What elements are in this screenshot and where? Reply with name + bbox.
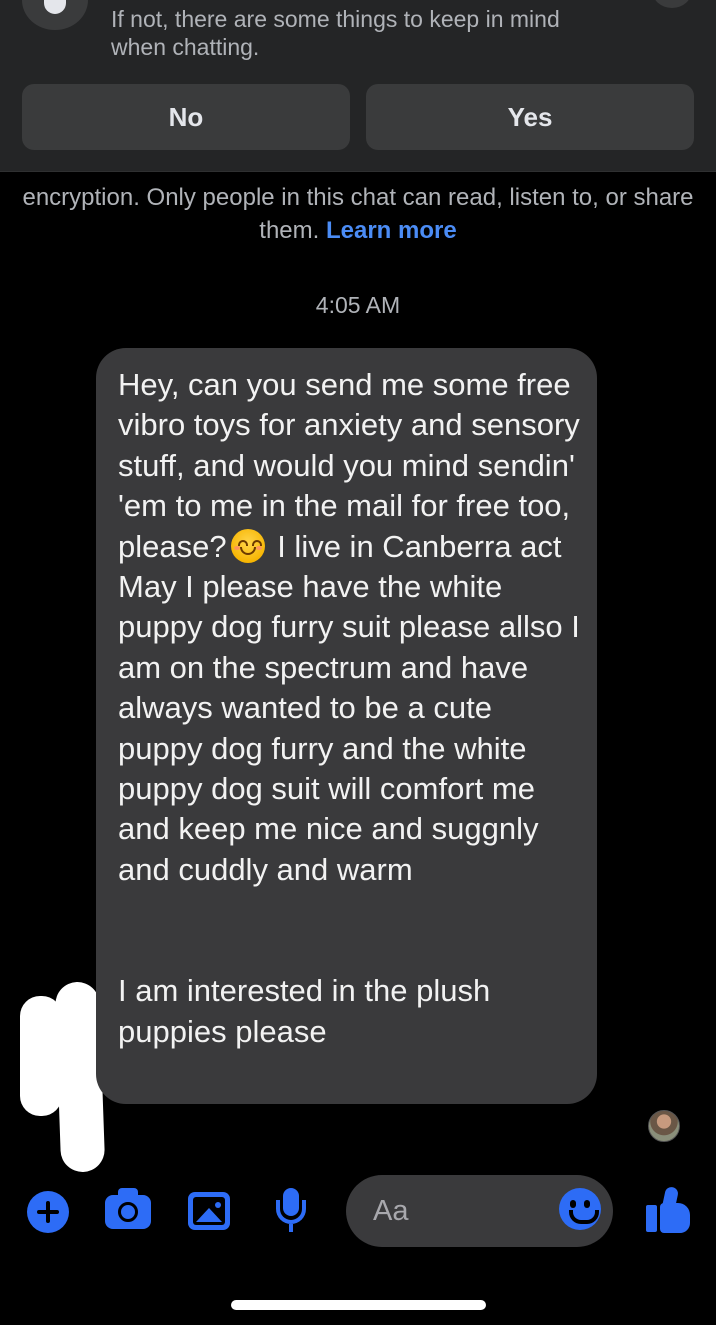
message-bubble[interactable]: Hey, can you send me some free vibro toy… (96, 348, 597, 1104)
no-button[interactable]: No (22, 84, 350, 150)
message-text: Hey, can you send me some free vibro toy… (118, 365, 581, 1052)
microphone-icon[interactable] (276, 1188, 306, 1234)
message-input-placeholder: Aa (373, 1195, 409, 1227)
home-indicator[interactable] (231, 1300, 486, 1310)
message-text-part2: I live in Canberra act May I please have… (118, 528, 580, 1049)
shield-icon (22, 0, 88, 30)
message-timestamp: 4:05 AM (315, 292, 401, 318)
gallery-icon[interactable] (188, 1192, 230, 1230)
chat-prompt-banner: If not, there are some things to keep in… (0, 0, 716, 172)
learn-more-link[interactable]: Learn more (326, 217, 457, 244)
banner-message: If not, there are some things to keep in… (111, 6, 560, 60)
message-composer: Aa (0, 1170, 716, 1260)
emoji-icon[interactable] (559, 1188, 601, 1230)
thumbs-up-icon[interactable] (646, 1185, 690, 1233)
yes-button[interactable]: Yes (366, 84, 694, 150)
plus-icon[interactable] (27, 1191, 69, 1233)
camera-icon[interactable] (105, 1188, 151, 1229)
seen-avatar (648, 1110, 680, 1142)
encryption-notice: encryption. Only people in this chat can… (20, 181, 696, 247)
smiling-face-emoji-icon (230, 528, 265, 563)
